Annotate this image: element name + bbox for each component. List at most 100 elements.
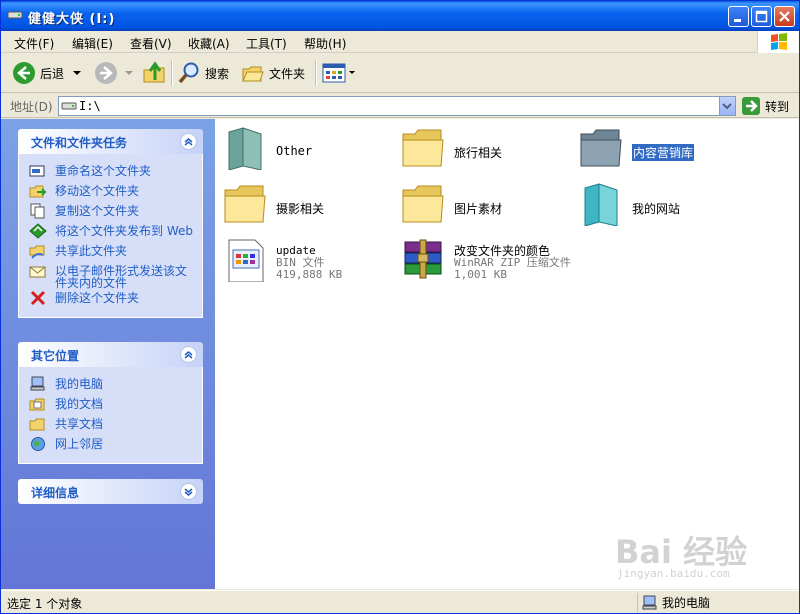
maximize-icon (755, 10, 768, 23)
task-share[interactable]: 共享此文件夹 (29, 242, 202, 262)
status-location: 我的电脑 (637, 593, 797, 612)
folder-green-icon (228, 127, 262, 170)
place-shared-documents[interactable]: 共享文档 (29, 415, 202, 435)
close-button[interactable] (774, 6, 795, 27)
toolbar-separator (171, 60, 172, 86)
task-rename[interactable]: 重命名这个文件夹 (29, 162, 202, 182)
up-folder-button[interactable] (142, 60, 168, 86)
file-item[interactable]: 图片素材 (397, 180, 567, 230)
task-delete[interactable]: 删除这个文件夹 (29, 289, 202, 309)
address-dropdown-button[interactable] (719, 97, 735, 115)
status-bar: 选定 1 个对象 我的电脑 (1, 590, 799, 613)
chevron-down-icon (125, 71, 133, 75)
winrar-icon (404, 239, 442, 279)
file-item[interactable]: 摄影相关 (219, 180, 389, 230)
chevron-up-icon (184, 351, 193, 359)
up-folder-icon (143, 61, 165, 83)
menu-favorites[interactable]: 收藏(A) (188, 35, 230, 52)
windows-logo-icon (757, 31, 799, 53)
toolbar: 后退 搜索 文件夹 (1, 54, 799, 93)
file-meta: update BIN 文件 419,888 KB (276, 245, 342, 281)
tasks-panel: 文件和文件夹任务 重命名这个文件夹 移动这个文件夹 复制这个文件夹 将这个文件夹… (18, 129, 203, 318)
folder-icon (224, 185, 266, 223)
task-copy[interactable]: 复制这个文件夹 (29, 202, 202, 222)
publish-web-icon (29, 223, 47, 239)
maximize-button[interactable] (751, 6, 772, 27)
address-input[interactable]: I:\ (58, 96, 736, 116)
move-icon (29, 185, 47, 198)
minimize-button[interactable] (728, 6, 749, 27)
menu-file[interactable]: 文件(F) (14, 35, 54, 52)
details-panel-header[interactable]: 详细信息 (18, 479, 203, 504)
menu-view[interactable]: 查看(V) (130, 35, 172, 52)
window-title: 健健大侠 (I:) (28, 12, 116, 27)
file-item[interactable]: Other (219, 124, 389, 174)
views-icon (322, 63, 346, 83)
minimize-icon (734, 19, 741, 22)
tasks-panel-header[interactable]: 文件和文件夹任务 (18, 129, 203, 154)
menu-help[interactable]: 帮助(H) (304, 35, 346, 52)
title-bar[interactable]: 健健大侠 (I:) (1, 1, 799, 31)
explorer-window: 健健大侠 (I:) 文件(F) 编辑(E) 查看(V) 收藏(A) 工具(T) … (0, 0, 800, 614)
network-globe-icon (31, 437, 45, 451)
chevron-up-icon (184, 138, 193, 146)
computer-icon (30, 376, 45, 391)
expand-button[interactable] (180, 483, 197, 500)
collapse-button[interactable] (180, 133, 197, 150)
folders-button[interactable]: 文件夹 (241, 60, 305, 86)
copy-icon (30, 203, 45, 219)
email-icon (29, 266, 46, 278)
toolbar-separator (315, 60, 316, 86)
address-bar: 地址(D) I:\ 转到 (1, 94, 799, 118)
tasks-panel-body: 重命名这个文件夹 移动这个文件夹 复制这个文件夹 将这个文件夹发布到 Web 共… (18, 154, 203, 318)
bin-file-icon (228, 239, 264, 282)
file-item[interactable]: 我的网站 (575, 180, 745, 230)
menu-edit[interactable]: 编辑(E) (72, 35, 113, 52)
status-selection: 选定 1 个对象 (7, 597, 83, 611)
file-meta: 改变文件夹的颜色 WinRAR ZIP 压缩文件 1,001 KB (454, 245, 571, 281)
place-my-computer[interactable]: 我的电脑 (29, 375, 202, 395)
task-move[interactable]: 移动这个文件夹 (29, 182, 202, 202)
drive-icon (7, 11, 23, 19)
file-item-selected[interactable]: 内容营销库 (575, 124, 745, 174)
file-item[interactable]: 旅行相关 (397, 124, 567, 174)
file-size: 419,888 KB (276, 268, 343, 281)
delete-icon (30, 290, 46, 306)
folder-icon (402, 129, 444, 167)
go-button[interactable]: 转到 (741, 96, 789, 116)
go-arrow-icon (742, 97, 760, 115)
task-pane: 文件和文件夹任务 重命名这个文件夹 移动这个文件夹 复制这个文件夹 将这个文件夹… (1, 119, 215, 589)
task-publish-web[interactable]: 将这个文件夹发布到 Web (29, 222, 202, 242)
chevron-down-icon (722, 103, 732, 110)
folder-teal-icon (584, 183, 618, 226)
views-button[interactable] (322, 60, 356, 86)
place-network[interactable]: 网上邻居 (29, 435, 202, 455)
places-panel-header[interactable]: 其它位置 (18, 342, 203, 367)
shared-folder-icon (29, 418, 45, 431)
file-size: 1,001 KB (454, 268, 507, 281)
menu-bar: 文件(F) 编辑(E) 查看(V) 收藏(A) 工具(T) 帮助(H) (1, 31, 799, 53)
forward-arrow-icon (95, 62, 117, 84)
search-button[interactable]: 搜索 (177, 60, 229, 86)
menu-tools[interactable]: 工具(T) (246, 35, 287, 52)
share-folder-icon (29, 245, 45, 259)
folders-icon (242, 66, 264, 82)
documents-folder-icon (29, 398, 45, 411)
collapse-button[interactable] (180, 346, 197, 363)
file-item[interactable]: update BIN 文件 419,888 KB (219, 236, 389, 286)
file-item[interactable]: 改变文件夹的颜色 WinRAR ZIP 压缩文件 1,001 KB (397, 236, 597, 286)
task-email[interactable]: 以电子邮件形式发送该文件夹内的文件 (29, 262, 202, 289)
details-panel: 详细信息 (18, 479, 203, 504)
rename-icon (29, 165, 45, 177)
chevron-down-icon (184, 488, 193, 496)
address-label: 地址(D) (10, 100, 53, 114)
search-icon (178, 62, 199, 84)
forward-button[interactable] (94, 60, 136, 86)
back-arrow-icon (13, 62, 35, 84)
folder-icon (402, 185, 444, 223)
back-button[interactable]: 后退 (12, 60, 84, 86)
chevron-down-icon (73, 71, 82, 75)
file-list: Other 旅行相关 内容营销库 摄影相关 图片素材 我的网站 update B… (215, 119, 799, 589)
drive-icon (61, 102, 77, 110)
place-my-documents[interactable]: 我的文档 (29, 395, 202, 415)
